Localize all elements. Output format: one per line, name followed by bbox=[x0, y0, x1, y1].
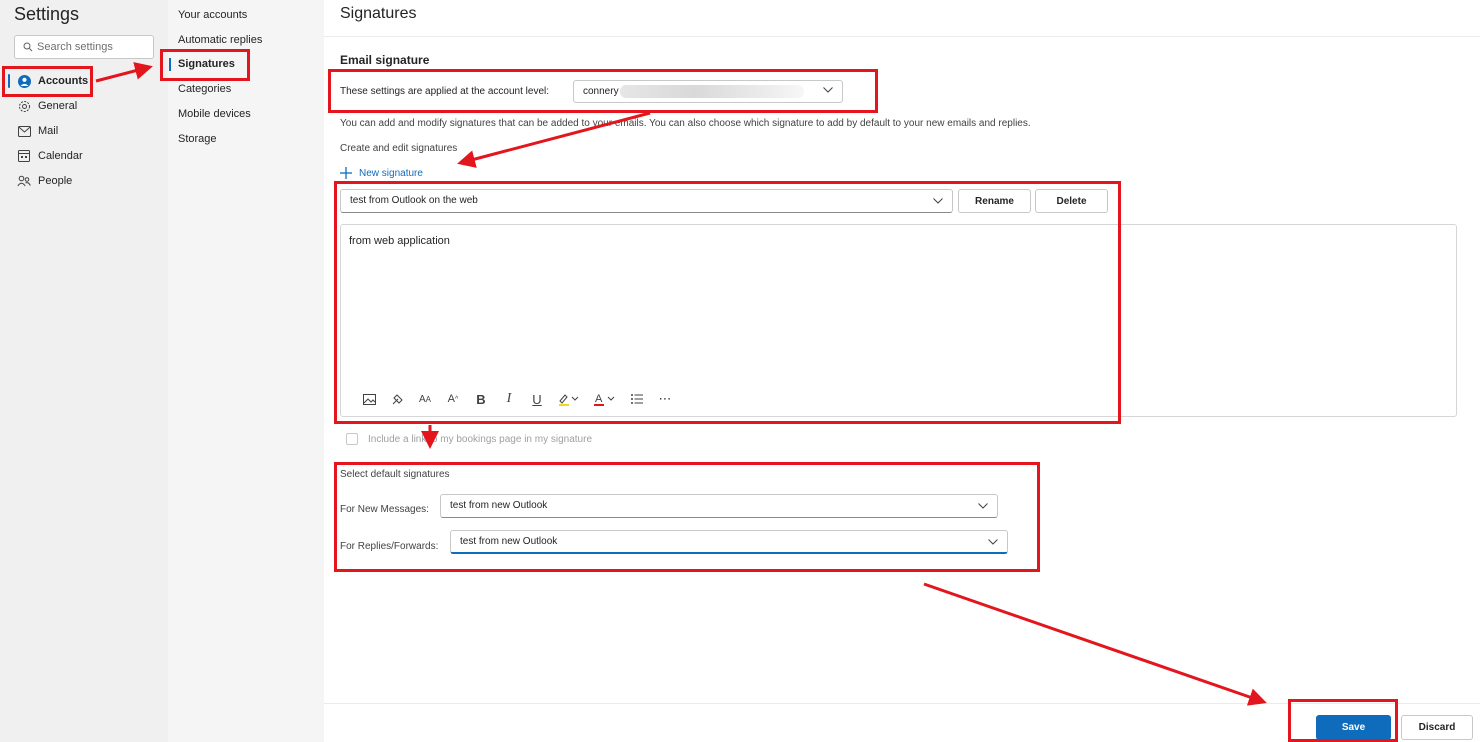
subnav-categories[interactable]: Categories bbox=[178, 79, 231, 99]
default-signatures-title: Select default signatures bbox=[340, 469, 450, 480]
editor-content[interactable]: from web application bbox=[349, 235, 450, 247]
subnav-your-accounts[interactable]: Your accounts bbox=[178, 5, 247, 25]
redacted-email bbox=[620, 85, 804, 98]
gear-icon bbox=[16, 98, 32, 114]
nav-item-general[interactable]: General bbox=[8, 95, 160, 117]
font-icon[interactable]: AA bbox=[411, 390, 439, 408]
nav-item-label: Mail bbox=[38, 125, 59, 137]
format-toolbar: AA A ^ B I U A ⋯ bbox=[355, 390, 679, 408]
more-options-icon[interactable]: ⋯ bbox=[651, 390, 679, 408]
insert-image-icon[interactable] bbox=[355, 390, 383, 408]
subnav-mobile-devices[interactable]: Mobile devices bbox=[178, 104, 251, 124]
bold-icon[interactable]: B bbox=[467, 390, 495, 408]
person-icon bbox=[16, 73, 32, 89]
subnav-automatic-replies[interactable]: Automatic replies bbox=[178, 30, 262, 50]
replies-value: test from new Outlook bbox=[460, 536, 558, 547]
underline-icon[interactable]: U bbox=[523, 390, 551, 408]
nav-item-mail[interactable]: Mail bbox=[8, 120, 160, 142]
divider bbox=[324, 36, 1480, 37]
bookings-checkbox-row[interactable]: Include a link to my bookings page in my… bbox=[346, 433, 592, 445]
rename-button[interactable]: Rename bbox=[958, 189, 1031, 213]
page-title: Signatures bbox=[340, 5, 417, 22]
signature-dropdown[interactable]: test from Outlook on the web bbox=[340, 189, 953, 213]
calendar-icon bbox=[16, 148, 32, 164]
footer-divider bbox=[324, 703, 1480, 704]
accounts-subnav: Your accounts Automatic replies Signatur… bbox=[168, 0, 324, 742]
search-icon bbox=[23, 42, 33, 52]
font-size-icon[interactable]: A ^ bbox=[439, 390, 467, 408]
plus-icon bbox=[340, 167, 352, 179]
nav-item-label: Calendar bbox=[38, 150, 83, 162]
account-value: connery bbox=[583, 86, 619, 97]
settings-title: Settings bbox=[14, 4, 80, 24]
chevron-down-icon bbox=[933, 198, 943, 204]
nav-item-label: People bbox=[38, 175, 73, 187]
subnav-signatures[interactable]: Signatures bbox=[169, 54, 235, 74]
account-dropdown[interactable]: connery bbox=[573, 80, 843, 103]
format-painter-icon[interactable] bbox=[383, 390, 411, 408]
svg-text:A: A bbox=[595, 393, 603, 405]
nav-item-calendar[interactable]: Calendar bbox=[8, 145, 160, 167]
new-messages-dropdown[interactable]: test from new Outlook bbox=[440, 494, 998, 518]
section-title: Email signature bbox=[340, 53, 430, 67]
people-icon bbox=[16, 173, 32, 189]
save-button[interactable]: Save bbox=[1316, 715, 1391, 740]
delete-button[interactable]: Delete bbox=[1035, 189, 1108, 213]
replies-dropdown[interactable]: test from new Outlook bbox=[450, 530, 1008, 554]
new-signature-label: New signature bbox=[359, 167, 423, 179]
signatures-panel: Signatures Email signature These setting… bbox=[324, 0, 1480, 742]
nav-item-label: Accounts bbox=[38, 75, 89, 87]
signature-selected-value: test from Outlook on the web bbox=[350, 195, 478, 206]
italic-icon[interactable]: I bbox=[495, 390, 523, 408]
account-level-label: These settings are applied at the accoun… bbox=[340, 86, 550, 97]
nav-item-people[interactable]: People bbox=[8, 170, 160, 192]
search-box[interactable] bbox=[14, 35, 154, 59]
settings-nav: Settings Accounts General Mail Calendar … bbox=[0, 0, 168, 742]
new-signature-button[interactable]: New signature bbox=[340, 165, 423, 181]
bookings-label: Include a link to my bookings page in my… bbox=[368, 433, 593, 445]
font-color-icon[interactable]: A bbox=[587, 390, 623, 408]
mail-icon bbox=[16, 123, 32, 139]
new-messages-label: For New Messages: bbox=[340, 504, 429, 515]
chevron-down-icon bbox=[978, 503, 988, 509]
signature-editor[interactable]: from web application AA A ^ B I U A ⋯ bbox=[340, 224, 1457, 417]
create-edit-label: Create and edit signatures bbox=[340, 143, 458, 154]
nav-item-accounts[interactable]: Accounts bbox=[8, 70, 160, 92]
chevron-down-icon bbox=[823, 87, 833, 93]
bookings-checkbox[interactable] bbox=[346, 433, 358, 445]
discard-button[interactable]: Discard bbox=[1401, 715, 1473, 740]
bullet-list-icon[interactable] bbox=[623, 390, 651, 408]
subnav-storage[interactable]: Storage bbox=[178, 129, 217, 149]
new-messages-value: test from new Outlook bbox=[450, 500, 548, 511]
replies-label: For Replies/Forwards: bbox=[340, 541, 439, 552]
chevron-down-icon bbox=[988, 539, 998, 545]
description-text: You can add and modify signatures that c… bbox=[340, 118, 1031, 129]
search-input[interactable] bbox=[37, 38, 149, 56]
nav-item-label: General bbox=[38, 100, 78, 112]
highlight-icon[interactable] bbox=[551, 390, 587, 408]
